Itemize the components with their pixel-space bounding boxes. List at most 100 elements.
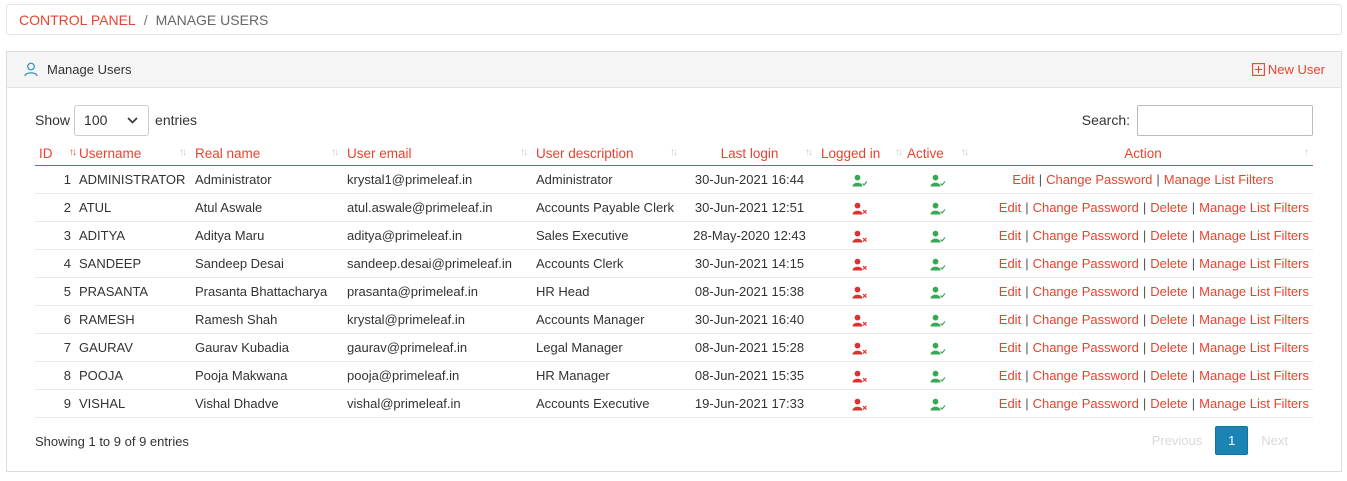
manage-list-filters-link[interactable]: Manage List Filters: [1199, 340, 1309, 355]
manage-list-filters-link[interactable]: Manage List Filters: [1199, 256, 1309, 271]
cell-real-name: Atul Aswale: [191, 193, 343, 222]
delete-link[interactable]: Delete: [1150, 396, 1188, 411]
action-separator: |: [1025, 395, 1029, 411]
next-button[interactable]: Next: [1261, 433, 1288, 448]
manage-list-filters-link[interactable]: Manage List Filters: [1199, 312, 1309, 327]
change-password-link[interactable]: Change Password: [1033, 396, 1139, 411]
edit-link[interactable]: Edit: [999, 228, 1021, 243]
user-outline-icon: [24, 62, 38, 77]
delete-link[interactable]: Delete: [1150, 368, 1188, 383]
delete-link[interactable]: Delete: [1150, 284, 1188, 299]
edit-link[interactable]: Edit: [999, 368, 1021, 383]
pagination: Previous 1 Next: [1139, 426, 1301, 455]
page-1-button[interactable]: 1: [1215, 426, 1249, 455]
action-separator: |: [1142, 311, 1147, 327]
action-separator: |: [1191, 199, 1196, 215]
edit-link[interactable]: Edit: [999, 256, 1021, 271]
edit-link[interactable]: Edit: [999, 200, 1021, 215]
sort-arrows-icon: ↑↓: [961, 147, 969, 158]
manage-list-filters-link[interactable]: Manage List Filters: [1199, 200, 1309, 215]
table-row: 3 ADITYA Aditya Maru aditya@primeleaf.in Sal…: [35, 221, 1313, 250]
cell-username[interactable]: VISHAL: [75, 389, 191, 418]
table-row: 6 RAMESH Ramesh Shah krystal@primeleaf.in Ac…: [35, 305, 1313, 334]
edit-link[interactable]: Edit: [999, 340, 1021, 355]
breadcrumb-control-panel[interactable]: CONTROL PANEL: [19, 12, 136, 28]
cell-username[interactable]: POOJA: [75, 361, 191, 390]
plus-square-icon: [1251, 63, 1265, 76]
delete-link[interactable]: Delete: [1150, 256, 1188, 271]
sort-arrows-icon: ↑↓: [520, 147, 528, 158]
cell-real-name: Administrator: [191, 165, 343, 194]
edit-link[interactable]: Edit: [999, 396, 1021, 411]
cell-logged-in: [817, 389, 903, 418]
entries-length: Show 100 entries: [35, 104, 197, 136]
delete-link[interactable]: Delete: [1150, 228, 1188, 243]
cell-username[interactable]: RAMESH: [75, 305, 191, 334]
edit-link[interactable]: Edit: [999, 284, 1021, 299]
action-separator: |: [1025, 283, 1029, 299]
change-password-link[interactable]: Change Password: [1033, 200, 1139, 215]
user-check-icon: [930, 339, 947, 355]
manage-list-filters-link[interactable]: Manage List Filters: [1199, 396, 1309, 411]
column-header-action[interactable]: Action ↑: [973, 143, 1313, 166]
change-password-link[interactable]: Change Password: [1033, 256, 1139, 271]
user-check-icon: [930, 227, 947, 243]
change-password-link[interactable]: Change Password: [1033, 228, 1139, 243]
manage-list-filters-link[interactable]: Manage List Filters: [1199, 368, 1309, 383]
cell-username[interactable]: PRASANTA: [75, 277, 191, 306]
column-header-logged-in[interactable]: Logged in ↑↓: [817, 143, 903, 166]
change-password-link[interactable]: Change Password: [1033, 340, 1139, 355]
column-header-id[interactable]: ID ↑↓: [35, 143, 77, 166]
change-password-link[interactable]: Change Password: [1046, 172, 1152, 187]
cell-username[interactable]: GAURAV: [75, 333, 191, 362]
delete-link[interactable]: Delete: [1150, 200, 1188, 215]
manage-list-filters-link[interactable]: Manage List Filters: [1199, 228, 1309, 243]
cell-username[interactable]: SANDEEP: [75, 249, 191, 278]
column-header-user-email[interactable]: User email ↑↓: [343, 143, 532, 166]
previous-button[interactable]: Previous: [1152, 433, 1203, 448]
delete-link[interactable]: Delete: [1150, 340, 1188, 355]
change-password-link[interactable]: Change Password: [1033, 368, 1139, 383]
change-password-link[interactable]: Change Password: [1033, 284, 1139, 299]
column-header-username[interactable]: Username ↑↓: [75, 143, 191, 166]
cell-active: [903, 277, 973, 306]
cell-user-email: krystal@primeleaf.in: [343, 305, 532, 334]
chevron-down-icon: [127, 116, 138, 124]
cell-user-email: aditya@primeleaf.in: [343, 221, 532, 250]
cell-username[interactable]: ADMINISTRATOR: [75, 165, 191, 194]
action-separator: |: [1156, 171, 1160, 187]
edit-link[interactable]: Edit: [999, 312, 1021, 327]
user-check-icon: [930, 283, 947, 299]
edit-link[interactable]: Edit: [1012, 172, 1034, 187]
action-separator: |: [1191, 311, 1196, 327]
column-header-active[interactable]: Active ↑↓: [903, 143, 973, 166]
column-header-last-login[interactable]: Last login ↑↓: [682, 143, 817, 166]
cell-active: [903, 221, 973, 250]
cell-user-description: HR Head: [532, 277, 682, 306]
sort-arrows-icon: ↑↓: [331, 147, 339, 158]
cell-user-description: Legal Manager: [532, 333, 682, 362]
action-separator: |: [1142, 395, 1147, 411]
entries-select[interactable]: 100: [74, 104, 150, 136]
users-table: ID ↑↓ Username ↑↓ Real name ↑↓ User email ↑↓…: [35, 143, 1313, 418]
cell-user-description: Accounts Payable Clerk: [532, 193, 682, 222]
manage-list-filters-link[interactable]: Manage List Filters: [1164, 172, 1274, 187]
search-input[interactable]: [1137, 104, 1313, 136]
cell-logged-in: [817, 305, 903, 334]
cell-username[interactable]: ADITYA: [75, 221, 191, 250]
cell-last-login: 19-Jun-2021 17:33: [682, 389, 817, 418]
entries-select-value: 100: [84, 112, 108, 128]
action-separator: |: [1191, 367, 1196, 383]
cell-user-description: HR Manager: [532, 361, 682, 390]
delete-link[interactable]: Delete: [1150, 312, 1188, 327]
cell-actions: Edit | Change Password | Manage List Filters: [973, 165, 1313, 194]
column-header-real-name[interactable]: Real name ↑↓: [191, 143, 343, 166]
change-password-link[interactable]: Change Password: [1033, 312, 1139, 327]
manage-list-filters-link[interactable]: Manage List Filters: [1199, 284, 1309, 299]
cell-username[interactable]: ATUL: [75, 193, 191, 222]
cell-last-login: 30-Jun-2021 14:15: [682, 249, 817, 278]
column-header-user-description[interactable]: User description ↑↓: [532, 143, 682, 166]
new-user-button[interactable]: New User: [1251, 62, 1325, 77]
cell-last-login: 30-Jun-2021 16:40: [682, 305, 817, 334]
cell-last-login: 30-Jun-2021 12:51: [682, 193, 817, 222]
